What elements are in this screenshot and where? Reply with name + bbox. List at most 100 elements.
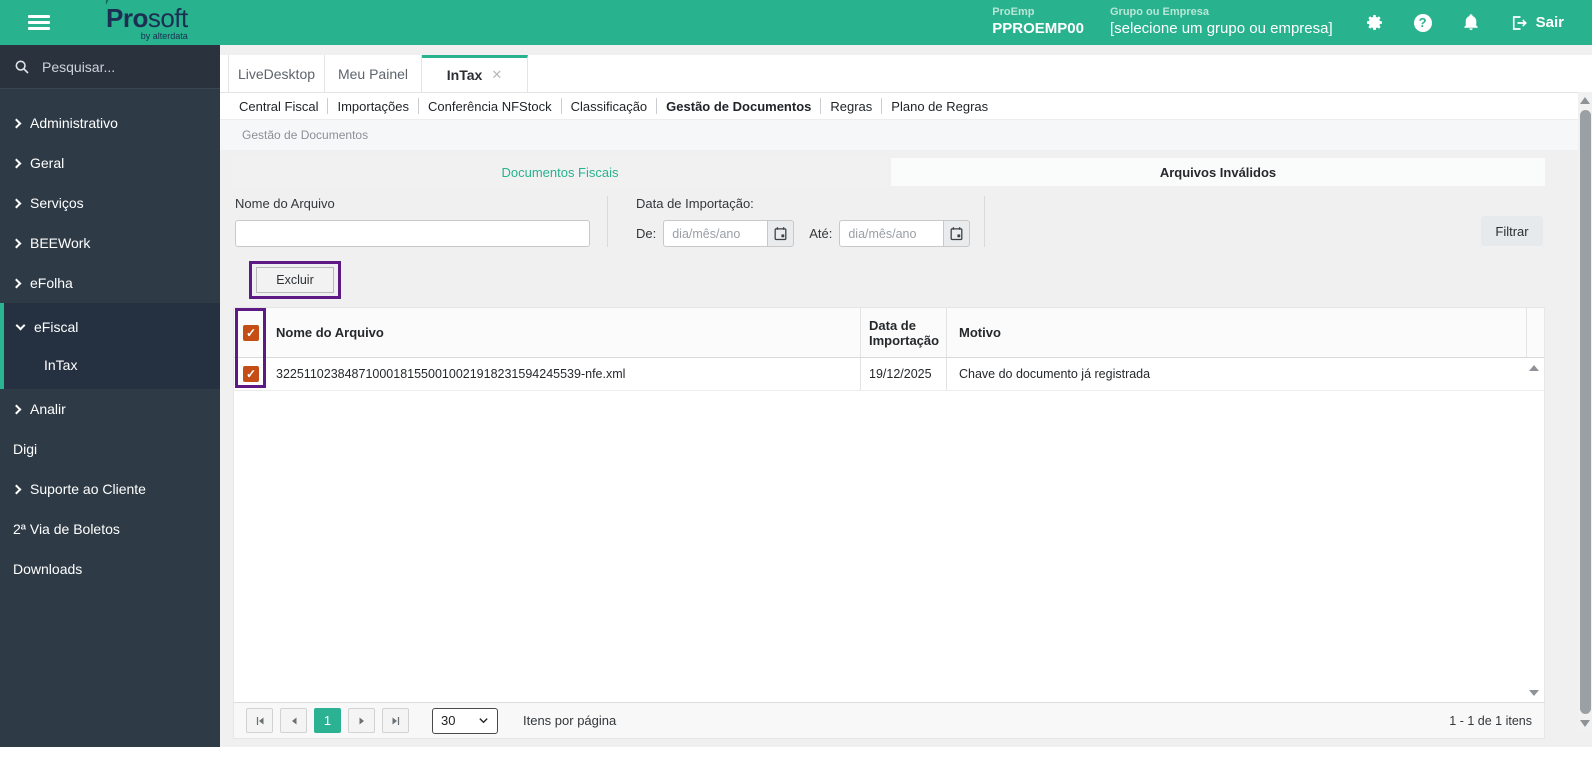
tab-label: InTax: [446, 67, 483, 83]
items-per-page-value: 30: [441, 713, 456, 728]
sidebar-item-beework[interactable]: BEEWork: [0, 223, 220, 263]
row-checkbox[interactable]: ✓: [243, 366, 259, 382]
subtab-gestao-documentos[interactable]: Gestão de Documentos: [657, 99, 820, 114]
logo-byline: by alterdata: [140, 30, 188, 41]
subtab-central-fiscal[interactable]: Central Fiscal: [230, 99, 327, 114]
chevron-right-icon: [11, 238, 22, 248]
current-page-button[interactable]: 1: [314, 708, 341, 733]
documents-table: ✓ Nome do Arquivo Data de Importação Mot…: [233, 307, 1545, 702]
chevron-right-icon: [11, 158, 22, 168]
sidebar-item-label: Geral: [30, 155, 65, 171]
page-scrollbar[interactable]: [1578, 92, 1592, 732]
document-type-tabs: Documentos Fiscais Arquivos Inválidos: [233, 158, 1545, 186]
filter-form: Nome do Arquivo Data de Importação: De: …: [233, 192, 1545, 261]
sidebar-item-downloads[interactable]: Downloads: [0, 549, 220, 589]
sidebar: Administrativo Geral Serviços BEEWork eF…: [0, 45, 220, 747]
sidebar-item-administrativo[interactable]: Administrativo: [0, 103, 220, 143]
pagination-range-label: 1 - 1 de 1 itens: [1449, 713, 1532, 728]
tab-livedesktop[interactable]: LiveDesktop: [228, 55, 325, 92]
tab-label: Meu Painel: [337, 65, 409, 82]
sidebar-item-analir[interactable]: Analir: [0, 389, 220, 429]
window-tab-bar: LiveDesktop Meu Painel InTax ✕: [220, 55, 1592, 93]
nome-arquivo-label: Nome do Arquivo: [235, 196, 335, 211]
sidebar-item-label: Downloads: [13, 561, 83, 577]
sidebar-item-label: Digi: [13, 441, 38, 457]
first-page-button[interactable]: [246, 708, 273, 733]
sidebar-item-intax[interactable]: InTax: [4, 347, 220, 383]
chevron-right-icon: [11, 118, 22, 128]
sidebar-item-label: Administrativo: [30, 115, 118, 131]
sidebar-item-servicos[interactable]: Serviços: [0, 183, 220, 223]
sidebar-item-2via-boletos[interactable]: 2ª Via de Boletos: [0, 509, 220, 549]
logout-label: Sair: [1535, 14, 1564, 31]
sidebar-item-geral[interactable]: Geral: [0, 143, 220, 183]
cell-nome-arquivo: 3225110238487100018155001002191823159424…: [276, 367, 626, 381]
tab-label: Arquivos Inválidos: [1159, 164, 1277, 180]
next-page-button[interactable]: [348, 708, 375, 733]
tab-meu-painel[interactable]: Meu Painel: [325, 55, 422, 92]
subtab-plano-regras[interactable]: Plano de Regras: [882, 99, 997, 114]
column-header-data[interactable]: Data de Importação: [869, 318, 939, 348]
module-tab-bar: Central Fiscal Importações Conferência N…: [220, 93, 1592, 120]
sidebar-item-suporte[interactable]: Suporte ao Cliente: [0, 469, 220, 509]
tab-arquivos-invalidos[interactable]: Arquivos Inválidos: [891, 158, 1545, 186]
filtrar-button[interactable]: Filtrar: [1481, 216, 1543, 246]
calendar-icon[interactable]: [767, 220, 795, 247]
date-to-input[interactable]: [839, 220, 944, 247]
proemp-field: ProEmp PPROEMP00: [992, 6, 1084, 39]
tab-label: Documentos Fiscais: [501, 164, 619, 180]
help-icon[interactable]: ?: [1413, 13, 1432, 32]
search-input[interactable]: [42, 58, 192, 75]
cell-motivo: Chave do documento já registrada: [959, 367, 1151, 381]
scrollbar-down-icon[interactable]: [1580, 720, 1590, 727]
de-label: De:: [636, 226, 657, 241]
logo-soft: soft: [147, 2, 188, 33]
sidebar-item-digi[interactable]: Digi: [0, 429, 220, 469]
search-icon: [15, 60, 29, 74]
sidebar-item-efiscal[interactable]: eFiscal: [4, 307, 220, 347]
grupo-empresa-value[interactable]: [selecione um grupo ou empresa]: [1110, 20, 1333, 39]
chevron-right-icon: [11, 404, 22, 414]
subtab-classificacao[interactable]: Classificação: [562, 99, 657, 114]
column-header-motivo[interactable]: Motivo: [959, 325, 1001, 340]
scrollbar-up-icon[interactable]: [1580, 97, 1590, 104]
items-per-page-label: Itens por página: [523, 713, 617, 728]
chevron-right-icon: [11, 198, 22, 208]
table-row[interactable]: ✓ 32251102384871000181550010021918231594…: [234, 358, 1544, 391]
table-scroll-down-icon[interactable]: [1529, 690, 1539, 696]
logout-button[interactable]: Sair: [1510, 14, 1564, 32]
table-scroll-up-icon[interactable]: [1529, 365, 1539, 371]
sidebar-item-label: eFiscal: [34, 319, 79, 335]
notifications-bell-icon[interactable]: [1462, 13, 1480, 32]
sidebar-group-efiscal: eFiscal InTax: [0, 303, 220, 389]
excluir-button[interactable]: Excluir: [256, 267, 334, 293]
sidebar-item-efolha[interactable]: eFolha: [0, 263, 220, 303]
tab-documentos-fiscais[interactable]: Documentos Fiscais: [233, 158, 887, 186]
grupo-empresa-field[interactable]: Grupo ou Empresa [selecione um grupo ou …: [1110, 6, 1333, 39]
tab-label: LiveDesktop: [237, 65, 316, 82]
previous-page-button[interactable]: [280, 708, 307, 733]
grupo-empresa-label: Grupo ou Empresa: [1110, 6, 1210, 19]
nome-arquivo-input[interactable]: [235, 220, 590, 247]
chevron-right-icon: [11, 278, 22, 288]
sidebar-search[interactable]: [0, 45, 220, 89]
items-per-page-select[interactable]: 30: [432, 707, 498, 734]
subtab-regras[interactable]: Regras: [821, 99, 881, 114]
last-page-button[interactable]: [382, 708, 409, 733]
sidebar-item-label: Serviços: [30, 195, 84, 211]
sidebar-subitem-label: InTax: [44, 357, 78, 373]
scrollbar-thumb[interactable]: [1579, 110, 1591, 714]
settings-gear-icon[interactable]: [1365, 13, 1384, 32]
select-all-checkbox[interactable]: ✓: [243, 324, 259, 341]
calendar-icon[interactable]: [943, 220, 971, 247]
proemp-value: PPROEMP00: [992, 20, 1084, 37]
hamburger-menu-icon[interactable]: [28, 12, 50, 33]
subtab-importacoes[interactable]: Importações: [328, 99, 418, 114]
subtab-conferencia-nfstock[interactable]: Conferência NFStock: [419, 99, 561, 114]
tab-intax[interactable]: InTax ✕: [422, 55, 528, 92]
column-header-nome[interactable]: Nome do Arquivo: [276, 325, 384, 340]
sidebar-item-label: BEEWork: [30, 235, 91, 251]
tab-close-icon[interactable]: ✕: [491, 67, 502, 83]
date-from-input[interactable]: [663, 220, 768, 247]
sidebar-item-label: 2ª Via de Boletos: [13, 521, 120, 537]
